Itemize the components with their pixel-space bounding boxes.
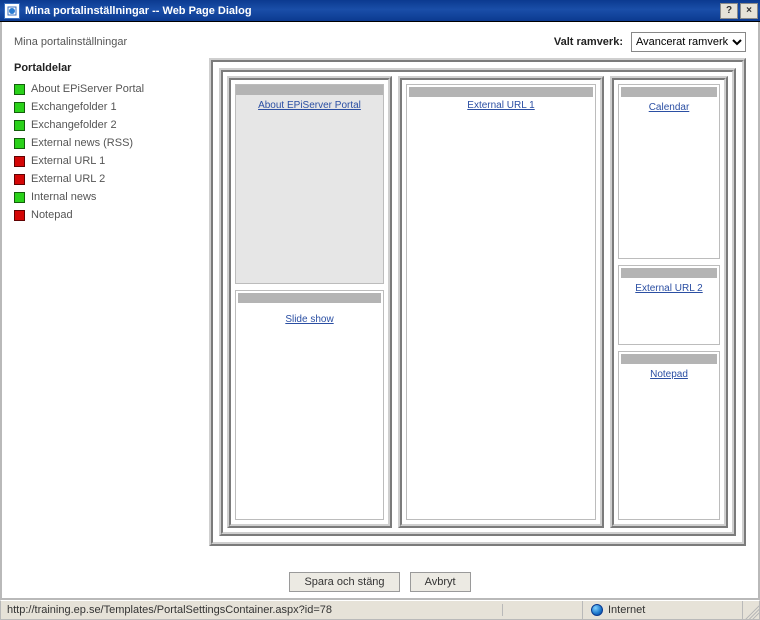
header-row: Mina portalinställningar Valt ramverk: A… [2,22,758,58]
portlet-title-link[interactable]: External URL 1 [467,100,534,111]
portlet-title-link[interactable]: External URL 2 [635,283,702,294]
window-body: Mina portalinställningar Valt ramverk: A… [0,22,760,600]
save-and-close-button[interactable]: Spara och stäng [289,572,399,592]
portlet-calendar[interactable]: Calendar [618,84,720,259]
status-square-icon [14,84,25,95]
framework-label: Valt ramverk: [554,36,623,48]
portlet-header-bar [236,85,383,95]
portal-part-item[interactable]: External URL 1 [14,152,199,170]
portal-part-label: External news (RSS) [31,137,133,149]
globe-icon [591,604,603,616]
status-square-icon [14,120,25,131]
statusbar-url: http://training.ep.se/Templates/PortalSe… [1,604,503,616]
portal-part-label: About EPiServer Portal [31,83,144,95]
status-square-icon [14,102,25,113]
portlet-notepad[interactable]: Notepad [618,351,720,520]
sidebar: Portaldelar About EPiServer Portal Excha… [14,58,199,546]
sidebar-heading: Portaldelar [14,62,199,74]
portlet-header-bar [621,87,717,97]
portal-part-label: External URL 1 [31,155,105,167]
portlet-slideshow[interactable]: Slide show [235,290,384,520]
page-title: Mina portalinställningar [14,36,554,48]
layout-column-3[interactable]: Calendar External URL 2 Notepad [610,76,728,528]
statusbar-zone-label: Internet [608,604,645,616]
portlet-external-url-1[interactable]: External URL 1 [406,84,596,520]
portlet-external-url-2[interactable]: External URL 2 [618,265,720,345]
portal-part-item[interactable]: Notepad [14,206,199,224]
portlet-header-bar [621,268,717,278]
layout-preview: About EPiServer Portal Slide show Extern… [209,58,746,546]
portlet-title-link[interactable]: About EPiServer Portal [258,100,361,111]
portal-part-label: Notepad [31,209,73,221]
framework-select[interactable]: Avancerat ramverk [631,32,746,52]
statusbar: http://training.ep.se/Templates/PortalSe… [0,600,760,620]
layout-preview-inner: About EPiServer Portal Slide show Extern… [219,68,736,536]
layout-column-1[interactable]: About EPiServer Portal Slide show [227,76,392,528]
portal-part-item[interactable]: External news (RSS) [14,134,199,152]
portal-part-label: Exchangefolder 1 [31,101,117,113]
resize-grip-icon[interactable] [743,601,759,619]
status-square-icon [14,210,25,221]
portal-part-item[interactable]: Exchangefolder 1 [14,98,199,116]
statusbar-spacer [503,601,583,619]
portlet-title-link[interactable]: Calendar [649,102,690,113]
titlebar: Mina portalinställningar -- Web Page Dia… [0,0,760,22]
footer-buttons: Spara och stäng Avbryt [2,572,758,592]
portlet-header-bar [621,354,717,364]
portlet-title-link[interactable]: Notepad [650,369,688,380]
ie-page-icon [4,3,20,19]
portal-part-item[interactable]: External URL 2 [14,170,199,188]
portal-part-label: Exchangefolder 2 [31,119,117,131]
close-button[interactable]: × [740,3,758,19]
help-button[interactable]: ? [720,3,738,19]
layout-column-2[interactable]: External URL 1 [398,76,604,528]
portal-part-item[interactable]: Internal news [14,188,199,206]
portlet-header-bar [238,293,381,303]
portal-part-label: Internal news [31,191,96,203]
window-title: Mina portalinställningar -- Web Page Dia… [25,5,718,17]
portal-part-item[interactable]: Exchangefolder 2 [14,116,199,134]
content: Portaldelar About EPiServer Portal Excha… [2,58,758,546]
cancel-button[interactable]: Avbryt [410,572,471,592]
portal-part-item[interactable]: About EPiServer Portal [14,80,199,98]
status-square-icon [14,174,25,185]
portlet-title-link[interactable]: Slide show [285,314,333,325]
status-square-icon [14,156,25,167]
portal-part-label: External URL 2 [31,173,105,185]
portlet-header-bar [409,87,593,97]
status-square-icon [14,192,25,203]
portlet-about[interactable]: About EPiServer Portal [235,84,384,284]
status-square-icon [14,138,25,149]
statusbar-zone: Internet [583,601,743,619]
